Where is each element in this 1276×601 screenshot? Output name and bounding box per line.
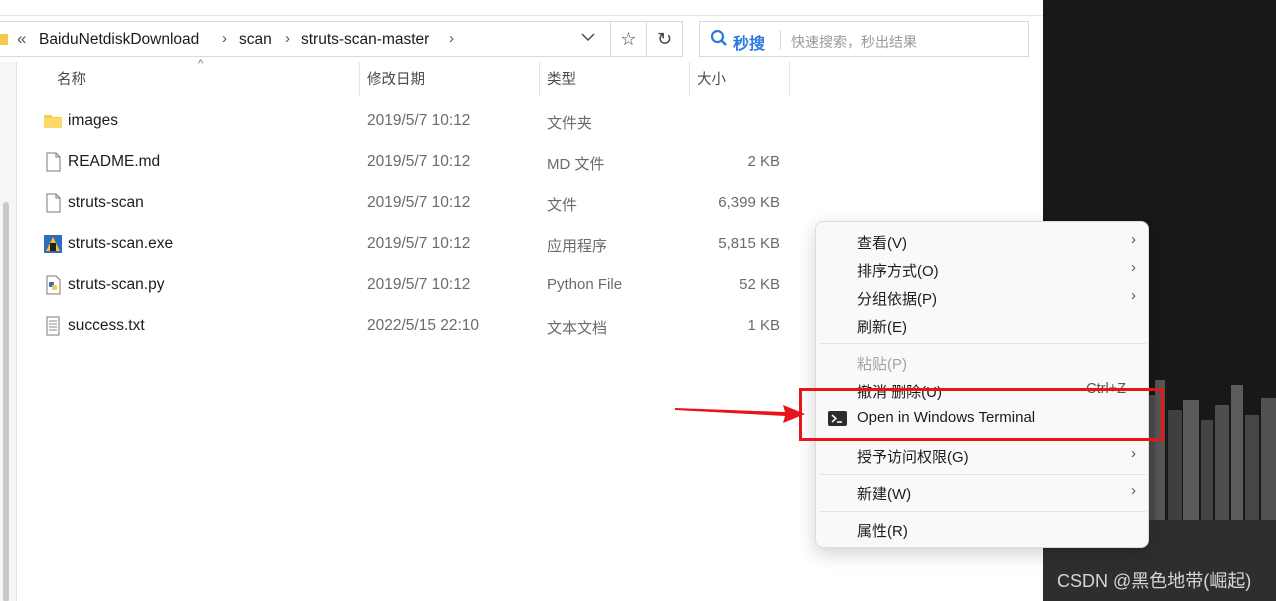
file-date: 2019/5/7 10:12 <box>367 276 471 293</box>
sort-up-icon: ^ <box>198 58 204 70</box>
menu-separator <box>820 511 1146 512</box>
file-name: struts-scan <box>68 194 144 211</box>
file-date: 2019/5/7 10:12 <box>367 112 471 129</box>
file-type: 文本文档 <box>547 320 608 337</box>
menu-item-label: 分组依据(P) <box>857 291 937 308</box>
folder-icon <box>0 34 8 45</box>
watermark-text: CSDN @黑色地带(崛起) <box>1057 571 1252 591</box>
file-row-struts-scan[interactable]: struts-scan 2019/5/7 10:12 文件 6,399 KB <box>17 183 1043 224</box>
chevron-right-icon: › <box>1131 445 1136 462</box>
menu-item-refresh[interactable]: 刷新(E) <box>816 312 1148 340</box>
chevron-right-icon: › <box>1131 231 1136 248</box>
file-name: images <box>68 112 118 129</box>
refresh-button[interactable]: ↻ <box>646 21 683 57</box>
search-divider <box>780 30 781 50</box>
file-type: Python File <box>547 276 623 293</box>
menu-item-label: 授予访问权限(G) <box>857 449 969 466</box>
menu-item-label: 排序方式(O) <box>857 263 939 280</box>
menu-item-group-by[interactable]: 分组依据(P) › <box>816 284 1148 312</box>
menu-item-grant-access[interactable]: 授予访问权限(G) › <box>816 442 1148 470</box>
file-date: 2019/5/7 10:12 <box>367 153 471 170</box>
column-header-date[interactable]: 修改日期 <box>367 68 425 89</box>
menu-item-label: 刷新(E) <box>857 319 907 336</box>
file-size: 2 KB <box>747 153 780 170</box>
title-bar-strip <box>0 0 1043 16</box>
file-name: struts-scan.exe <box>68 235 174 252</box>
text-file-icon <box>46 316 60 336</box>
menu-item-properties[interactable]: 属性(R) <box>816 516 1148 544</box>
menu-item-label: 粘贴(P) <box>857 356 907 373</box>
nav-scrollbar-thumb[interactable] <box>3 202 9 601</box>
file-size: 5,815 KB <box>718 235 780 252</box>
overflow-chevron-icon[interactable]: « <box>17 29 26 49</box>
search-box[interactable]: 秒搜 快速搜索，秒出结果 <box>699 21 1029 57</box>
document-icon <box>46 152 61 172</box>
navigation-pane <box>0 62 17 601</box>
folder-icon <box>44 115 62 128</box>
context-menu: 查看(V) › 排序方式(O) › 分组依据(P) › 刷新(E) 粘贴(P) … <box>815 221 1149 548</box>
address-bar[interactable]: « BaiduNetdiskDownload › scan › struts-s… <box>0 21 612 57</box>
column-header-name[interactable]: 名称 <box>57 68 86 89</box>
column-divider[interactable] <box>359 62 360 96</box>
chevron-right-icon: › <box>1131 287 1136 304</box>
file-type: 应用程序 <box>547 238 608 255</box>
menu-separator <box>820 474 1146 475</box>
menu-item-label: 查看(V) <box>857 235 907 252</box>
chevron-right-icon[interactable]: › <box>285 30 290 47</box>
column-header-type[interactable]: 类型 <box>547 68 576 89</box>
pointer-arrow <box>675 405 805 423</box>
column-divider[interactable] <box>789 62 790 96</box>
chevron-right-icon: › <box>1131 482 1136 499</box>
file-row-images[interactable]: images 2019/5/7 10:12 文件夹 <box>17 101 1043 142</box>
file-name: success.txt <box>68 317 145 334</box>
file-date: 2019/5/7 10:12 <box>367 235 471 252</box>
column-divider[interactable] <box>689 62 690 96</box>
chevron-right-icon[interactable]: › <box>449 30 454 47</box>
menu-item-paste[interactable]: 粘贴(P) <box>816 349 1148 377</box>
search-brand-label: 秒搜 <box>733 36 766 53</box>
search-icon <box>710 29 727 46</box>
column-divider[interactable] <box>539 62 540 96</box>
chevron-right-icon: › <box>1131 259 1136 276</box>
file-type: MD 文件 <box>547 156 605 173</box>
file-date: 2019/5/7 10:12 <box>367 194 471 211</box>
file-type: 文件 <box>547 197 578 214</box>
breadcrumb-baidunetdiskdownload[interactable]: BaiduNetdiskDownload <box>39 31 199 49</box>
breadcrumb-scan[interactable]: scan <box>239 31 272 49</box>
breadcrumb-struts-scan-master[interactable]: struts-scan-master <box>301 31 429 49</box>
menu-item-label: 新建(W) <box>857 486 912 503</box>
history-dropdown-icon[interactable] <box>580 29 596 49</box>
menu-item-view[interactable]: 查看(V) › <box>816 228 1148 256</box>
menu-item-new[interactable]: 新建(W) › <box>816 479 1148 507</box>
favorite-button[interactable]: ☆ <box>610 21 647 57</box>
file-date: 2022/5/15 22:10 <box>367 317 480 334</box>
search-placeholder[interactable]: 快速搜索，秒出结果 <box>791 32 917 52</box>
refresh-icon: ↻ <box>656 28 673 49</box>
document-icon <box>46 193 61 213</box>
file-name: struts-scan.py <box>68 276 165 293</box>
file-size: 52 KB <box>739 276 780 293</box>
chevron-right-icon[interactable]: › <box>222 30 227 47</box>
star-icon: ☆ <box>620 28 637 49</box>
highlight-box <box>799 388 1164 441</box>
python-icon <box>46 275 61 295</box>
menu-item-label: 属性(R) <box>857 523 908 540</box>
file-row-readme[interactable]: README.md 2019/5/7 10:12 MD 文件 2 KB <box>17 142 1043 183</box>
menu-separator <box>820 343 1146 344</box>
file-size: 6,399 KB <box>718 194 780 211</box>
menu-item-sort-by[interactable]: 排序方式(O) › <box>816 256 1148 284</box>
file-name: README.md <box>68 153 161 170</box>
file-type: 文件夹 <box>547 115 593 132</box>
exe-icon <box>44 235 62 253</box>
file-size: 1 KB <box>747 317 780 334</box>
column-header-size[interactable]: 大小 <box>697 68 726 89</box>
